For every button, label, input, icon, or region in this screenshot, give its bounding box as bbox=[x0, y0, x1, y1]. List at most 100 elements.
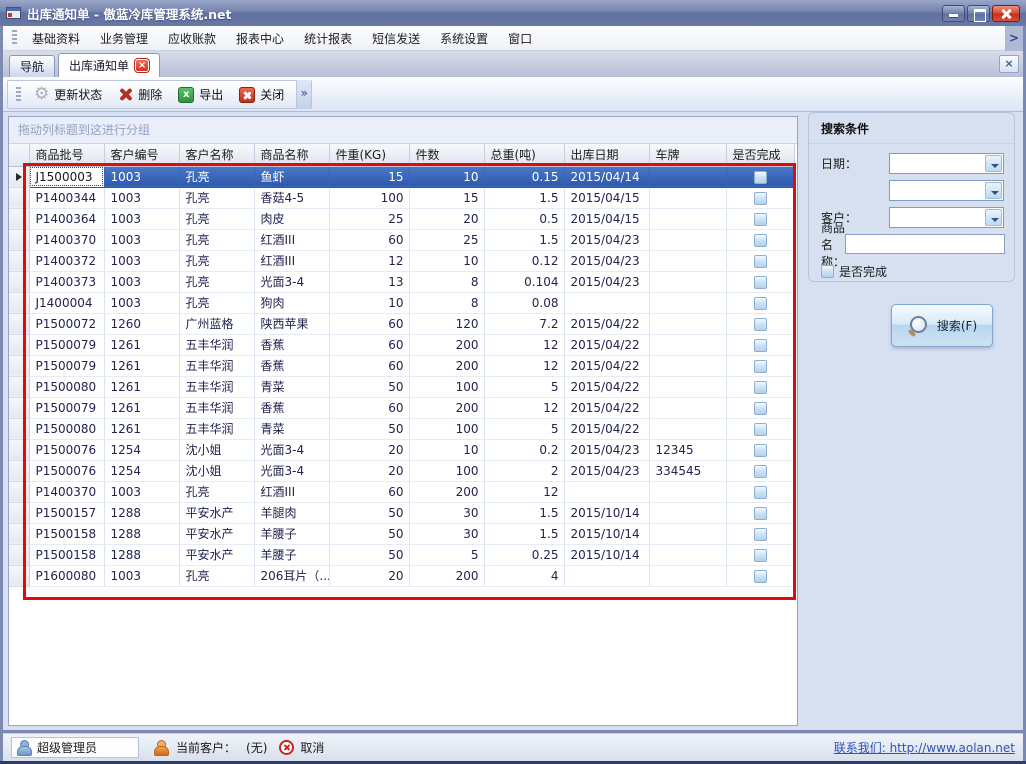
row-complete-checkbox[interactable] bbox=[754, 402, 767, 415]
menubar-grip-icon[interactable] bbox=[12, 30, 17, 46]
table-row[interactable]: P14003721003孔亮红酒III12100.122015/04/23 bbox=[9, 250, 794, 271]
table-row[interactable]: P14003441003孔亮香菇4-5100151.52015/04/15 bbox=[9, 187, 794, 208]
row-complete-checkbox[interactable] bbox=[754, 507, 767, 520]
contact-link[interactable]: 联系我们: http://www.aolan.net bbox=[834, 739, 1015, 756]
table-row[interactable]: P15000801261五丰华润青菜5010052015/04/22 bbox=[9, 418, 794, 439]
date-from-combo[interactable] bbox=[889, 153, 1004, 174]
cell-date bbox=[564, 565, 649, 586]
row-complete-checkbox[interactable] bbox=[754, 423, 767, 436]
cell-batch: P1500158 bbox=[29, 523, 104, 544]
menu-item-stats-reports[interactable]: 统计报表 bbox=[294, 26, 362, 51]
groupby-bar[interactable]: 拖动列标题到这进行分组 bbox=[9, 117, 797, 144]
column-header-customer-no[interactable]: 客户编号 bbox=[104, 144, 179, 166]
menu-item-basic-data[interactable]: 基础资料 bbox=[22, 26, 90, 51]
table-row[interactable]: J15000031003孔亮鱼虾15100.152015/04/14 bbox=[9, 166, 794, 187]
row-complete-checkbox[interactable] bbox=[754, 297, 767, 310]
cancel-button[interactable]: 取消 bbox=[300, 739, 324, 756]
cell-weight: 50 bbox=[329, 376, 409, 397]
close-tab-button[interactable]: 关闭 bbox=[231, 83, 292, 106]
row-complete-checkbox[interactable] bbox=[754, 339, 767, 352]
menu-item-report-center[interactable]: 报表中心 bbox=[226, 26, 294, 51]
table-row[interactable]: P15001581288平安水产羊腰子50301.52015/10/14 bbox=[9, 523, 794, 544]
table-row[interactable]: P15000801261五丰华润青菜5010052015/04/22 bbox=[9, 376, 794, 397]
delete-button[interactable]: 删除 bbox=[110, 83, 170, 106]
column-header-total[interactable]: 总重(吨) bbox=[484, 144, 564, 166]
customer-combo[interactable] bbox=[889, 207, 1004, 228]
row-complete-checkbox[interactable] bbox=[754, 444, 767, 457]
row-complete-checkbox[interactable] bbox=[754, 318, 767, 331]
menu-item-receivables[interactable]: 应收账款 bbox=[158, 26, 226, 51]
column-header-date[interactable]: 出库日期 bbox=[564, 144, 649, 166]
row-complete-checkbox[interactable] bbox=[754, 528, 767, 541]
table-row[interactable]: P15001571288平安水产羊腿肉50301.52015/10/14 bbox=[9, 502, 794, 523]
menu-item-system-settings[interactable]: 系统设置 bbox=[430, 26, 498, 51]
column-header-product[interactable]: 商品名称 bbox=[254, 144, 329, 166]
product-name-input[interactable] bbox=[845, 234, 1005, 254]
table-row[interactable]: P15001581288平安水产羊腰子5050.252015/10/14 bbox=[9, 544, 794, 565]
toolbar-grip-icon[interactable] bbox=[16, 87, 21, 103]
cell-done bbox=[726, 439, 794, 460]
row-complete-checkbox[interactable] bbox=[754, 549, 767, 562]
column-header-plate[interactable]: 车牌 bbox=[649, 144, 726, 166]
row-complete-checkbox[interactable] bbox=[754, 465, 767, 478]
complete-filter-checkbox[interactable] bbox=[821, 265, 834, 278]
minimize-button[interactable] bbox=[942, 5, 965, 22]
row-complete-checkbox[interactable] bbox=[754, 381, 767, 394]
cell-plate bbox=[649, 187, 726, 208]
table-row[interactable]: P14003731003孔亮光面3-41380.1042015/04/23 bbox=[9, 271, 794, 292]
update-status-button[interactable]: 更新状态 bbox=[26, 83, 110, 106]
column-header-weight[interactable]: 件重(KG) bbox=[329, 144, 409, 166]
row-complete-checkbox[interactable] bbox=[754, 570, 767, 583]
tab-close-icon[interactable] bbox=[135, 59, 149, 72]
cell-product: 206耳片（... bbox=[254, 565, 329, 586]
table-row[interactable]: P14003701003孔亮红酒III60251.52015/04/23 bbox=[9, 229, 794, 250]
cell-date: 2015/04/22 bbox=[564, 418, 649, 439]
close-button[interactable] bbox=[992, 5, 1020, 22]
search-button[interactable]: 搜索(F) bbox=[891, 304, 993, 347]
column-header-done[interactable]: 是否完成 bbox=[726, 144, 794, 166]
cell-weight: 60 bbox=[329, 313, 409, 334]
menu-item-window[interactable]: 窗口 bbox=[498, 26, 542, 51]
cell-total: 0.5 bbox=[484, 208, 564, 229]
row-indicator bbox=[9, 376, 29, 397]
row-complete-checkbox[interactable] bbox=[754, 360, 767, 373]
row-complete-checkbox[interactable] bbox=[754, 276, 767, 289]
row-indicator bbox=[9, 544, 29, 565]
cancel-x-icon[interactable] bbox=[279, 740, 294, 755]
table-row[interactable]: P15000791261五丰华润香蕉60200122015/04/22 bbox=[9, 397, 794, 418]
table-row[interactable]: P14003701003孔亮红酒III6020012 bbox=[9, 481, 794, 502]
date-to-combo[interactable] bbox=[889, 180, 1004, 201]
export-button[interactable]: 导出 bbox=[170, 83, 231, 106]
row-complete-checkbox[interactable] bbox=[754, 486, 767, 499]
row-complete-checkbox[interactable] bbox=[754, 213, 767, 226]
tab-navigation[interactable]: 导航 bbox=[9, 55, 55, 77]
cell-qty: 200 bbox=[409, 397, 484, 418]
tabstrip-close-button[interactable] bbox=[999, 55, 1019, 73]
table-row[interactable]: J14000041003孔亮狗肉1080.08 bbox=[9, 292, 794, 313]
chevron-down-icon[interactable] bbox=[985, 209, 1002, 226]
cell-plate bbox=[649, 502, 726, 523]
row-complete-checkbox[interactable] bbox=[754, 192, 767, 205]
table-row[interactable]: P14003641003孔亮肉皮25200.52015/04/15 bbox=[9, 208, 794, 229]
table-row[interactable]: P15000721260广州蓝格陕西苹果601207.22015/04/22 bbox=[9, 313, 794, 334]
table-row[interactable]: P15000761254沈小姐光面3-420100.22015/04/23123… bbox=[9, 439, 794, 460]
column-header-customer[interactable]: 客户名称 bbox=[179, 144, 254, 166]
table-row[interactable]: P15000761254沈小姐光面3-42010022015/04/233345… bbox=[9, 460, 794, 481]
menu-item-business-mgmt[interactable]: 业务管理 bbox=[90, 26, 158, 51]
column-header-qty[interactable]: 件数 bbox=[409, 144, 484, 166]
menu-item-sms[interactable]: 短信发送 bbox=[362, 26, 430, 51]
column-header-batch[interactable]: 商品批号 bbox=[29, 144, 104, 166]
cell-customer-no: 1003 bbox=[104, 271, 179, 292]
toolbar-overflow-chevron-icon[interactable] bbox=[296, 80, 311, 109]
maximize-button[interactable] bbox=[967, 5, 990, 22]
table-row[interactable]: P16000801003孔亮206耳片（...202004 bbox=[9, 565, 794, 586]
table-row[interactable]: P15000791261五丰华润香蕉60200122015/04/22 bbox=[9, 334, 794, 355]
tab-outbound-notice[interactable]: 出库通知单 bbox=[58, 53, 160, 77]
row-complete-checkbox[interactable] bbox=[754, 171, 767, 184]
chevron-down-icon[interactable] bbox=[985, 182, 1002, 199]
chevron-down-icon[interactable] bbox=[985, 155, 1002, 172]
table-row[interactable]: P15000791261五丰华润香蕉60200122015/04/22 bbox=[9, 355, 794, 376]
menu-overflow-chevron-icon[interactable] bbox=[1005, 26, 1023, 51]
row-complete-checkbox[interactable] bbox=[754, 255, 767, 268]
row-complete-checkbox[interactable] bbox=[754, 234, 767, 247]
